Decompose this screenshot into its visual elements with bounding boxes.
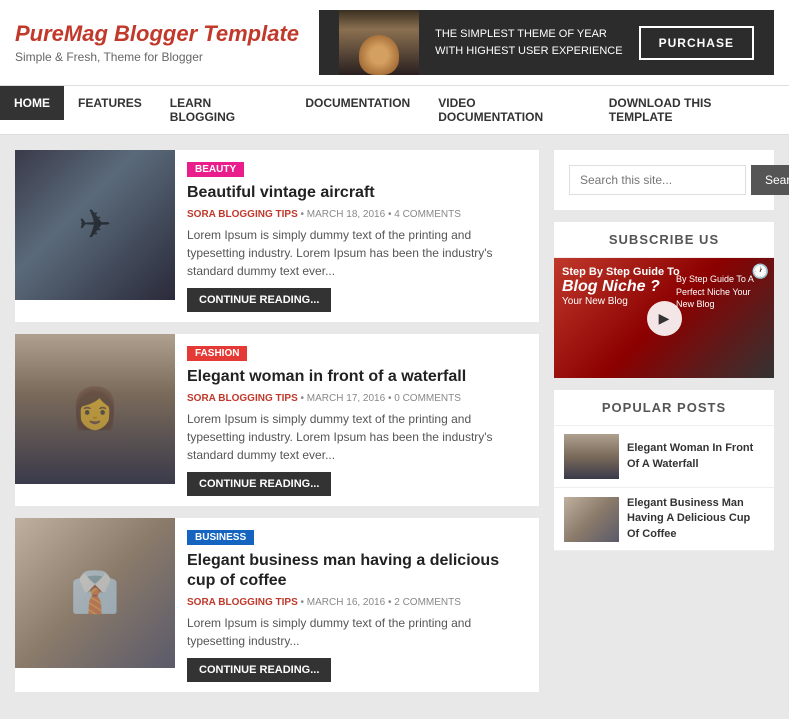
popular-post-title: Elegant Woman In Front Of A Waterfall (627, 441, 764, 472)
main-nav: HOMEFEATURESLEARN BLOGGINGDOCUMENTATIONV… (0, 85, 789, 135)
subscribe-section: SUBSCRIBE US Step By Step Guide To Blog … (554, 222, 774, 378)
popular-posts-title: POPULAR POSTS (554, 390, 774, 426)
header: PureMag Blogger Template Simple & Fresh,… (0, 0, 789, 85)
search-input[interactable] (569, 165, 746, 195)
lamp-shape (359, 35, 399, 75)
thumb-icon: 👩 (70, 385, 120, 432)
nav-item-video-documentation[interactable]: VIDEO DOCUMENTATION (424, 86, 595, 134)
continue-reading-button[interactable]: CONTINUE READING... (187, 288, 331, 312)
site-title: PureMag Blogger Template (15, 21, 299, 47)
search-form: Search (569, 165, 759, 195)
article-content: BUSINESS Elegant business man having a d… (175, 518, 539, 693)
popular-post-title: Elegant Business Man Having A Delicious … (627, 496, 764, 542)
article-card-0: ✈ BEAUTY Beautiful vintage aircraft SORA… (15, 150, 539, 322)
meta-author: SORA BLOGGING TIPS (187, 597, 298, 608)
popular-thumb (564, 434, 619, 479)
popular-post-link[interactable]: Elegant Woman In Front Of A Waterfall (627, 442, 753, 469)
page-container: ✈ BEAUTY Beautiful vintage aircraft SORA… (0, 135, 789, 719)
header-banner: THE SIMPLEST THEME OF YEAR WITH HIGHEST … (319, 10, 774, 75)
category-badge[interactable]: BUSINESS (187, 530, 254, 545)
popular-post-link[interactable]: Elegant Business Man Having A Delicious … (627, 497, 750, 540)
article-content: BEAUTY Beautiful vintage aircraft SORA B… (175, 150, 539, 322)
search-box: Search (554, 150, 774, 210)
article-thumbnail: 👔 (15, 518, 175, 668)
popular-post-item-0: Elegant Woman In Front Of A Waterfall (554, 426, 774, 488)
nav-item-home[interactable]: HOME (0, 86, 64, 120)
nav-item-download-this-template[interactable]: DOWNLOAD THIS TEMPLATE (595, 86, 789, 134)
article-title: Elegant business man having a delicious … (187, 551, 527, 593)
meta-author: SORA BLOGGING TIPS (187, 393, 298, 404)
nav-item-documentation[interactable]: DOCUMENTATION (291, 86, 424, 120)
meta-author: SORA BLOGGING TIPS (187, 209, 298, 220)
article-excerpt: Lorem Ipsum is simply dummy text of the … (187, 410, 527, 464)
subscribe-title: SUBSCRIBE US (554, 222, 774, 258)
continue-reading-button[interactable]: CONTINUE READING... (187, 658, 331, 682)
thumb-icon: 👔 (70, 569, 120, 616)
subscribe-video[interactable]: Step By Step Guide To Blog Niche ? Your … (554, 258, 774, 378)
popular-thumb (564, 497, 619, 542)
sidebar: Search SUBSCRIBE US Step By Step Guide T… (554, 150, 774, 704)
article-inner: 👩 FASHION Elegant woman in front of a wa… (15, 334, 539, 506)
article-thumbnail: 👩 (15, 334, 175, 484)
popular-post-item-1: Elegant Business Man Having A Delicious … (554, 488, 774, 551)
article-title: Beautiful vintage aircraft (187, 183, 527, 204)
search-button[interactable]: Search (751, 165, 789, 195)
article-thumbnail: ✈ (15, 150, 175, 300)
category-badge[interactable]: FASHION (187, 346, 247, 361)
site-branding: PureMag Blogger Template Simple & Fresh,… (15, 21, 299, 64)
article-inner: ✈ BEAUTY Beautiful vintage aircraft SORA… (15, 150, 539, 322)
site-tagline: Simple & Fresh, Theme for Blogger (15, 50, 299, 64)
nav-item-learn-blogging[interactable]: LEARN BLOGGING (156, 86, 292, 134)
category-badge[interactable]: BEAUTY (187, 162, 244, 177)
article-content: FASHION Elegant woman in front of a wate… (175, 334, 539, 506)
thumb-icon: ✈ (78, 202, 112, 248)
banner-text-area: THE SIMPLEST THEME OF YEAR WITH HIGHEST … (435, 26, 622, 59)
article-meta: SORA BLOGGING TIPS • MARCH 17, 2016 • 0 … (187, 393, 527, 404)
article-title-link[interactable]: Elegant business man having a delicious … (187, 552, 499, 590)
article-excerpt: Lorem Ipsum is simply dummy text of the … (187, 614, 527, 650)
article-title: Elegant woman in front of a waterfall (187, 367, 527, 388)
article-meta: SORA BLOGGING TIPS • MARCH 18, 2016 • 4 … (187, 209, 527, 220)
popular-posts-list: Elegant Woman In Front Of A Waterfall El… (554, 426, 774, 551)
purchase-button[interactable]: PURCHASE (639, 26, 754, 60)
article-meta: SORA BLOGGING TIPS • MARCH 16, 2016 • 2 … (187, 597, 527, 608)
article-excerpt: Lorem Ipsum is simply dummy text of the … (187, 226, 527, 280)
article-inner: 👔 BUSINESS Elegant business man having a… (15, 518, 539, 693)
popular-posts-section: POPULAR POSTS Elegant Woman In Front Of … (554, 390, 774, 551)
banner-text1: THE SIMPLEST THEME OF YEAR (435, 26, 622, 43)
article-card-1: 👩 FASHION Elegant woman in front of a wa… (15, 334, 539, 506)
nav-item-features[interactable]: FEATURES (64, 86, 156, 120)
video-overlay: ▶ (554, 258, 774, 378)
article-card-2: 👔 BUSINESS Elegant business man having a… (15, 518, 539, 693)
article-title-link[interactable]: Beautiful vintage aircraft (187, 184, 375, 201)
banner-text2: WITH HIGHEST USER EXPERIENCE (435, 43, 622, 60)
article-title-link[interactable]: Elegant woman in front of a waterfall (187, 368, 466, 385)
main-content: ✈ BEAUTY Beautiful vintage aircraft SORA… (15, 150, 539, 704)
lamp-image (339, 10, 419, 75)
continue-reading-button[interactable]: CONTINUE READING... (187, 472, 331, 496)
play-button[interactable]: ▶ (647, 301, 682, 336)
